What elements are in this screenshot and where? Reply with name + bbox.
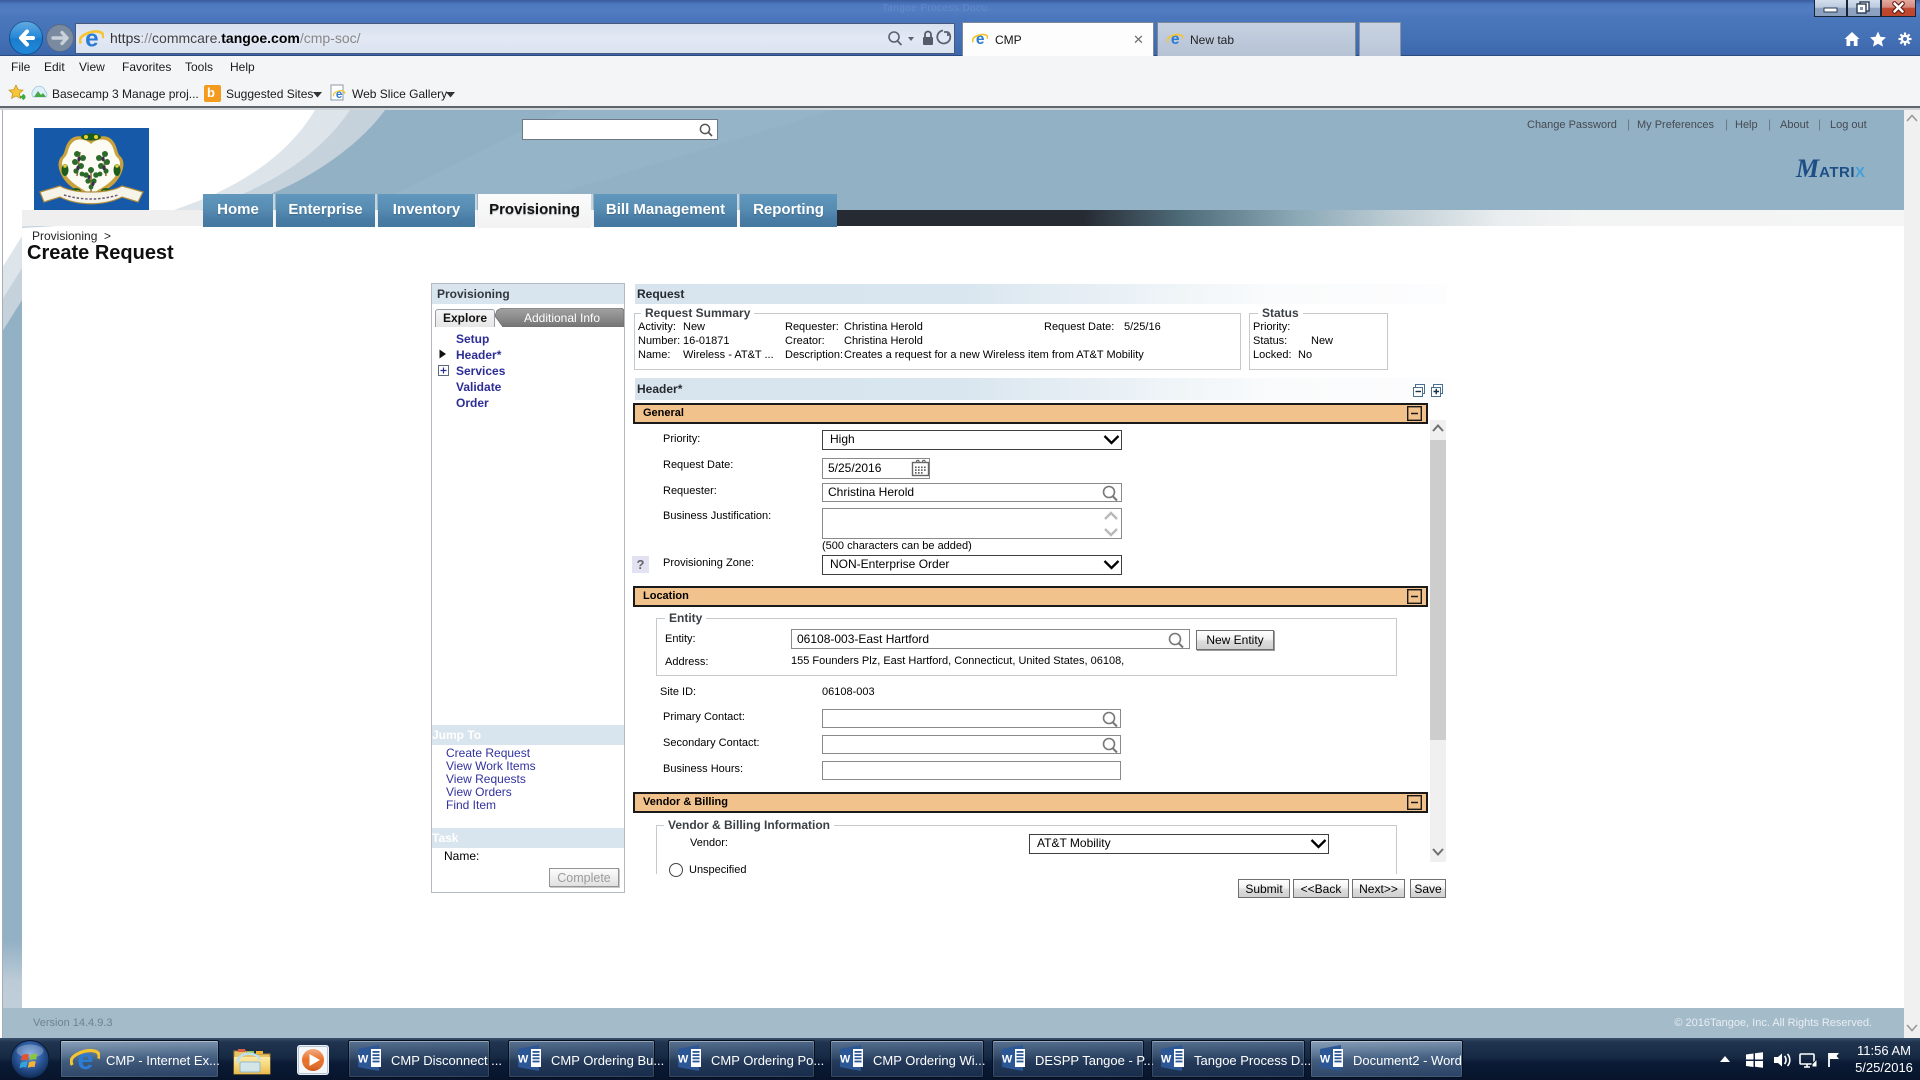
svg-text:Additional Info: Additional Info (524, 311, 600, 325)
